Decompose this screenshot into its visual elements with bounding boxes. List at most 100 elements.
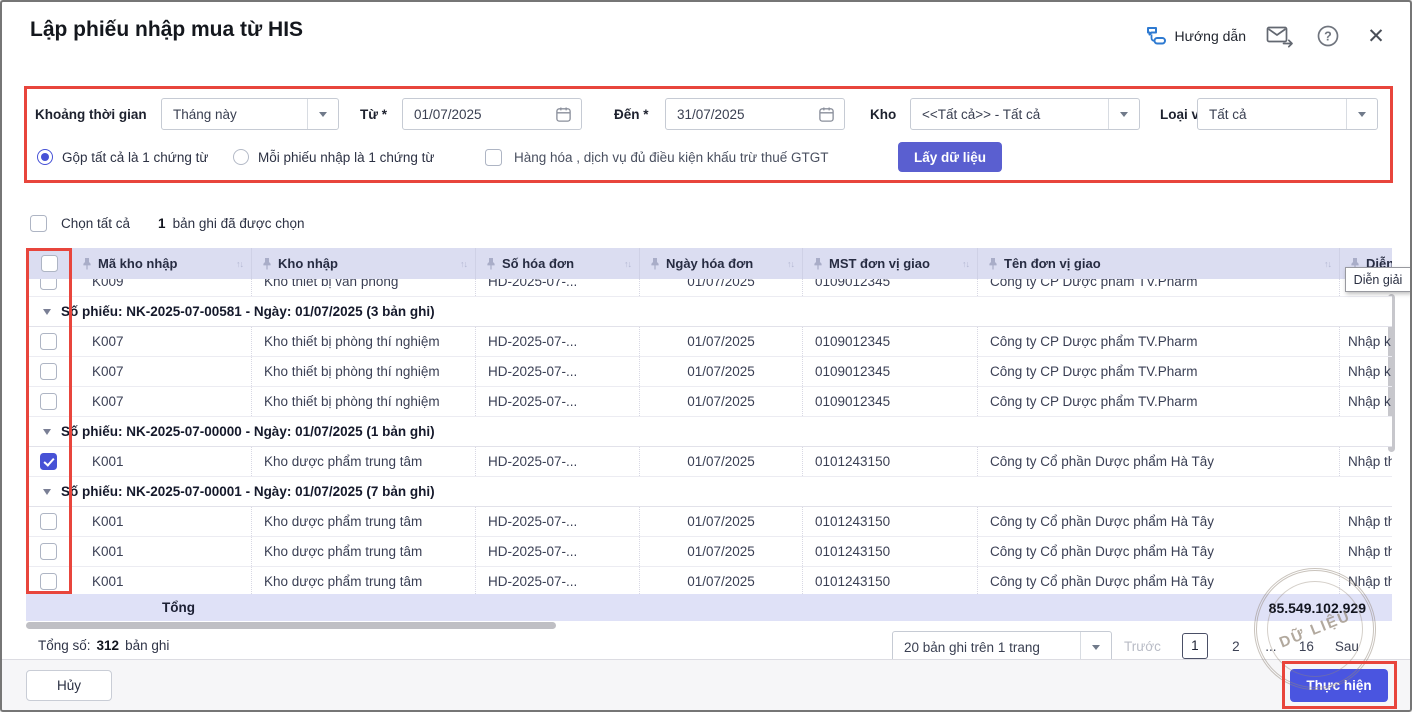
- table-cell: 01/07/2025: [640, 387, 803, 416]
- table-row[interactable]: K001Kho dược phẩm trung tâmHD-2025-07-..…: [26, 537, 1392, 567]
- table-cell: Kho thiết bị phòng thí nghiệm: [252, 387, 476, 416]
- table-cell: 0101243150: [803, 567, 978, 594]
- sort-icon[interactable]: ↑↓: [460, 259, 467, 269]
- radio-each-label: Mỗi phiếu nhập là 1 chứng từ: [258, 150, 434, 165]
- select-all-label: Chọn tất cả: [61, 216, 130, 231]
- column-header[interactable]: Kho nhập↑↓: [252, 248, 476, 279]
- record-total-count: 312: [97, 638, 120, 653]
- row-checkbox[interactable]: [40, 279, 57, 290]
- warehouse-select[interactable]: <<Tất cả>> - Tất cả: [910, 98, 1140, 130]
- sort-icon[interactable]: ↑↓: [962, 259, 969, 269]
- get-data-button[interactable]: Lấy dữ liệu: [898, 142, 1002, 172]
- column-header[interactable]: Ngày hóa đơn↑↓: [640, 248, 803, 279]
- chevron-down-icon: [307, 99, 338, 129]
- row-checkbox-cell: [26, 567, 72, 594]
- table-row[interactable]: K007Kho thiết bị phòng thí nghiệmHD-2025…: [26, 327, 1392, 357]
- table-cell: 01/07/2025: [640, 507, 803, 536]
- horizontal-scrollbar[interactable]: [26, 622, 556, 629]
- vat-checkbox-wrap[interactable]: Hàng hóa , dịch vụ đủ điều kiện khấu trừ…: [485, 142, 828, 172]
- cancel-button[interactable]: Hủy: [26, 670, 112, 701]
- sort-icon[interactable]: ↑↓: [624, 259, 631, 269]
- collapse-icon[interactable]: [43, 489, 51, 495]
- next-page-button[interactable]: Sau: [1335, 639, 1359, 654]
- table-cell: Kho dược phẩm trung tâm: [252, 447, 476, 476]
- help-button[interactable]: ?: [1314, 22, 1342, 50]
- close-button[interactable]: ✕: [1362, 22, 1390, 50]
- table-row[interactable]: K001Kho dược phẩm trung tâmHD-2025-07-..…: [26, 567, 1392, 594]
- from-date-input[interactable]: 01/07/2025: [402, 98, 582, 130]
- group-row[interactable]: Số phiếu: NK-2025-07-00000 - Ngày: 01/07…: [26, 417, 1392, 447]
- table-row[interactable]: K007Kho thiết bị phòng thí nghiệmHD-2025…: [26, 387, 1392, 417]
- row-checkbox[interactable]: [40, 453, 57, 470]
- collapse-icon[interactable]: [43, 309, 51, 315]
- column-tooltip: Diễn giải: [1345, 267, 1411, 292]
- table-body: K009Kho thiết bị văn phòngHD-2025-07-...…: [26, 279, 1392, 594]
- material-value: Tất cả: [1198, 107, 1346, 122]
- table-row[interactable]: K001Kho dược phẩm trung tâmHD-2025-07-..…: [26, 507, 1392, 537]
- chevron-down-icon: [1108, 99, 1139, 129]
- guide-button[interactable]: Hướng dẫn: [1145, 25, 1246, 47]
- row-checkbox[interactable]: [40, 513, 57, 530]
- calendar-icon[interactable]: [555, 106, 572, 123]
- row-checkbox[interactable]: [40, 573, 57, 590]
- sort-icon[interactable]: ↑↓: [236, 259, 243, 269]
- table-cell: 0101243150: [803, 537, 978, 566]
- page-button[interactable]: 2: [1229, 639, 1243, 654]
- to-label-wrap: Đến *: [614, 98, 649, 130]
- table-header: Mã kho nhập↑↓Kho nhập↑↓Số hóa đơn↑↓Ngày …: [26, 248, 1392, 279]
- vat-checkbox[interactable]: [485, 149, 502, 166]
- table-row[interactable]: K001Kho dược phẩm trung tâmHD-2025-07-..…: [26, 447, 1392, 477]
- chevron-down-icon: [1346, 99, 1377, 129]
- column-header[interactable]: Tên đơn vị giao↑↓: [978, 248, 1340, 279]
- row-checkbox[interactable]: [40, 393, 57, 410]
- group-row[interactable]: Số phiếu: NK-2025-07-00001 - Ngày: 01/07…: [26, 477, 1392, 507]
- row-checkbox[interactable]: [40, 363, 57, 380]
- select-all-checkbox[interactable]: [30, 215, 47, 232]
- table-cell: Kho dược phẩm trung tâm: [252, 567, 476, 594]
- table-cell: HD-2025-07-...: [476, 279, 640, 296]
- table-cell: Công ty Cổ phần Dược phẩm Hà Tây: [978, 447, 1340, 476]
- group-row[interactable]: Số phiếu: NK-2025-07-00581 - Ngày: 01/07…: [26, 297, 1392, 327]
- table-cell: 01/07/2025: [640, 279, 803, 296]
- table-cell: HD-2025-07-...: [476, 387, 640, 416]
- to-date-input[interactable]: 31/07/2025: [665, 98, 845, 130]
- row-checkbox-cell: [26, 357, 72, 386]
- calendar-icon[interactable]: [818, 106, 835, 123]
- feedback-button[interactable]: [1266, 22, 1294, 50]
- period-select[interactable]: Tháng này: [161, 98, 339, 130]
- page-button[interactable]: 1: [1182, 633, 1208, 659]
- collapse-icon[interactable]: [43, 429, 51, 435]
- radio-merge-all[interactable]: Gộp tất cả là 1 chứng từ: [37, 142, 208, 172]
- table-cell: K007: [72, 357, 252, 386]
- table-row[interactable]: K007Kho thiết bị phòng thí nghiệmHD-2025…: [26, 357, 1392, 387]
- sort-icon[interactable]: ↑↓: [787, 259, 794, 269]
- question-icon: ?: [1316, 24, 1340, 48]
- chevron-down-icon: [1080, 632, 1111, 662]
- row-checkbox-cell: [26, 327, 72, 356]
- radio-each-receipt[interactable]: Mỗi phiếu nhập là 1 chứng từ: [233, 142, 434, 172]
- table-cell: K001: [72, 537, 252, 566]
- row-checkbox[interactable]: [40, 543, 57, 560]
- radio-selected-icon[interactable]: [37, 149, 53, 165]
- sort-icon[interactable]: ↑↓: [1324, 259, 1331, 269]
- from-date-value: 01/07/2025: [403, 107, 555, 122]
- row-checkbox[interactable]: [40, 333, 57, 350]
- column-header[interactable]: MST đơn vị giao↑↓: [803, 248, 978, 279]
- table-cell: 0109012345: [803, 387, 978, 416]
- column-header[interactable]: Mã kho nhập↑↓: [72, 248, 252, 279]
- submit-button[interactable]: Thực hiện: [1290, 669, 1388, 702]
- page-button[interactable]: 16: [1299, 639, 1314, 654]
- header-checkbox[interactable]: [41, 255, 58, 272]
- page-size-value: 20 bản ghi trên 1 trang: [893, 640, 1080, 655]
- prev-page-button[interactable]: Trước: [1124, 639, 1161, 654]
- pin-icon: [988, 257, 998, 270]
- pin-icon: [813, 257, 823, 270]
- page-button[interactable]: ...: [1264, 639, 1278, 654]
- table-row[interactable]: K009Kho thiết bị văn phòngHD-2025-07-...…: [26, 279, 1392, 297]
- warehouse-label: Kho: [870, 107, 896, 122]
- radio-unselected-icon[interactable]: [233, 149, 249, 165]
- from-label: Từ *: [360, 107, 387, 122]
- material-select[interactable]: Tất cả: [1197, 98, 1378, 130]
- column-header[interactable]: Số hóa đơn↑↓: [476, 248, 640, 279]
- total-label: Tổng: [162, 600, 195, 615]
